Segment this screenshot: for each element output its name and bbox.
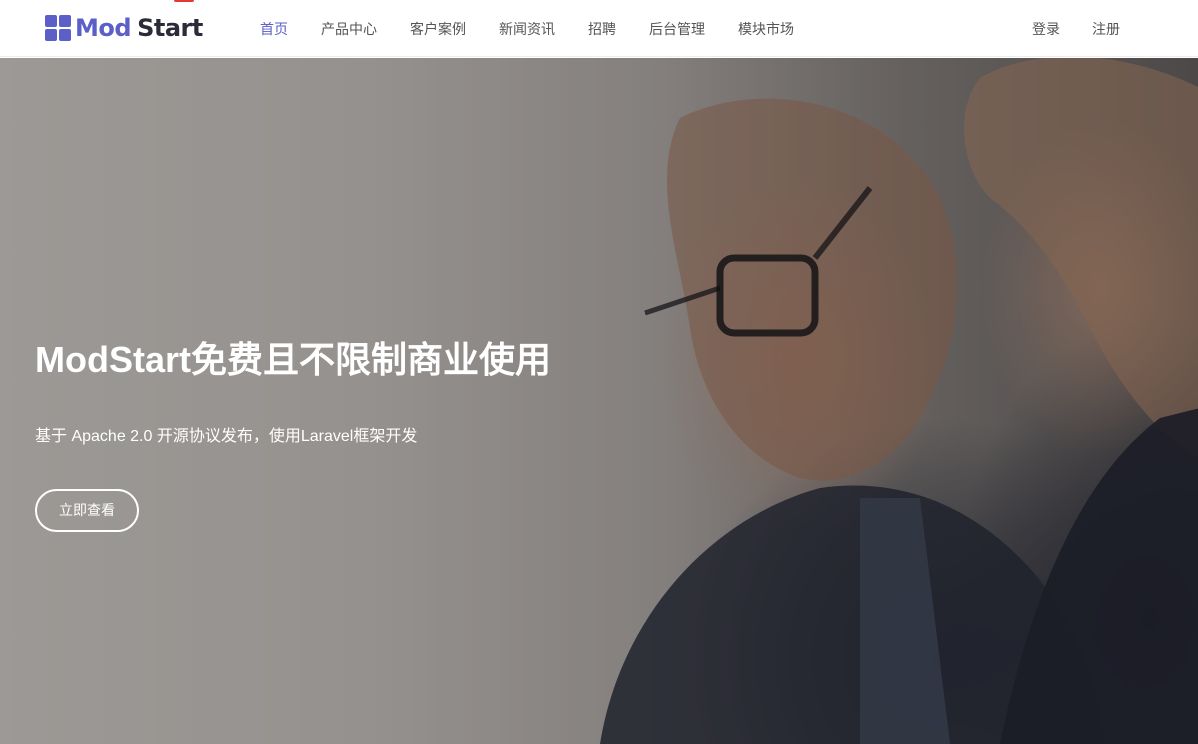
nav-item-home[interactable]: 首页	[260, 19, 288, 39]
login-link[interactable]: 登录	[1032, 19, 1060, 39]
nav-item-jobs[interactable]: 招聘	[588, 19, 616, 39]
site-logo[interactable]: Mod Start	[45, 13, 203, 43]
hero-subtitle: 基于 Apache 2.0 开源协议发布，使用Laravel框架开发	[35, 428, 418, 445]
logo-text-start: Start	[137, 14, 203, 42]
logo-text-mod: Mod	[75, 14, 132, 42]
nav-item-cases[interactable]: 客户案例	[410, 19, 466, 39]
nav-item-products[interactable]: 产品中心	[321, 19, 377, 39]
view-now-button[interactable]: 立即查看	[35, 489, 139, 532]
hero-title: ModStart免费且不限制商业使用	[35, 339, 551, 380]
demo-badge: 演示	[174, 0, 194, 2]
hero-banner: ModStart免费且不限制商业使用 基于 Apache 2.0 开源协议发布，…	[0, 58, 1198, 744]
nav-item-admin[interactable]: 后台管理	[649, 19, 705, 39]
register-link[interactable]: 注册	[1092, 19, 1120, 39]
auth-links: 登录 注册	[1000, 0, 1120, 57]
hero-content: ModStart免费且不限制商业使用 基于 Apache 2.0 开源协议发布，…	[35, 338, 551, 532]
nav-item-module-market[interactable]: 模块市场	[738, 19, 794, 39]
main-nav: 首页 产品中心 客户案例 新闻资讯 招聘 后台管理 模块市场	[260, 0, 827, 57]
logo-grid-icon	[45, 15, 71, 41]
nav-item-news[interactable]: 新闻资讯	[499, 19, 555, 39]
top-navigation-bar: Mod Start 演示 首页 产品中心 客户案例 新闻资讯 招聘 后台管理 模…	[0, 0, 1198, 57]
